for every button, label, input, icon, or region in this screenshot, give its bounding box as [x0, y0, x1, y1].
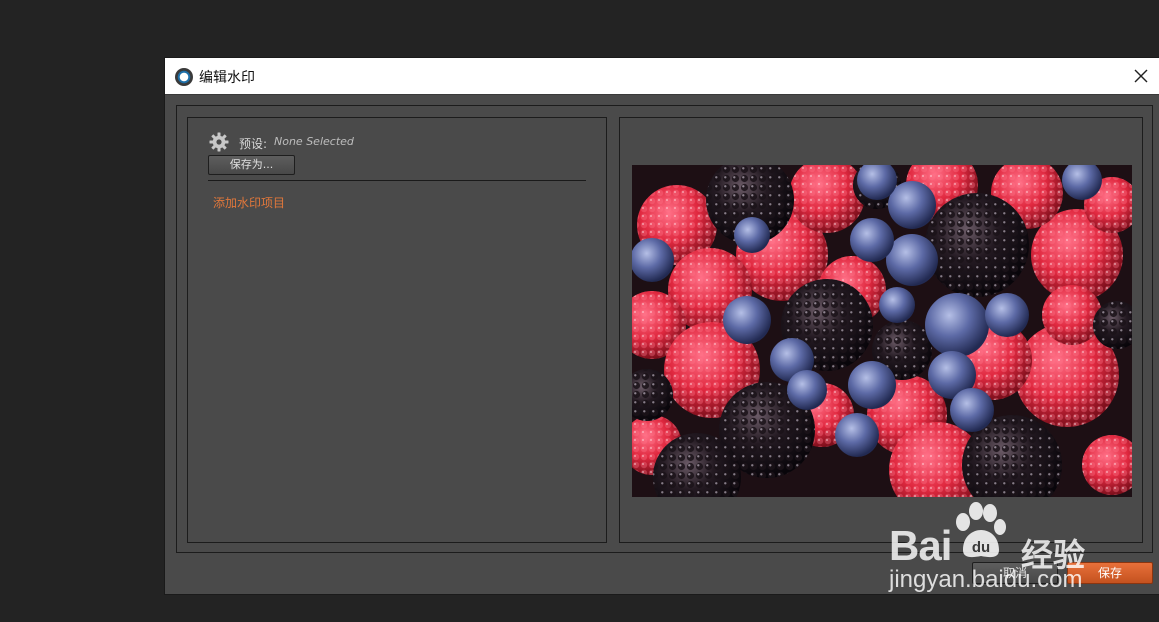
preview-panel	[619, 117, 1143, 543]
berries-photo	[632, 165, 1132, 497]
edit-watermark-dialog: 编辑水印 预设: None Selected 保存为... 添加水印项目 取消 …	[165, 58, 1159, 594]
close-icon	[1134, 69, 1148, 83]
watermark-settings-panel: 预设: None Selected 保存为... 添加水印项目	[187, 117, 607, 543]
dialog-titlebar: 编辑水印	[165, 58, 1159, 95]
preset-label: 预设:	[239, 137, 268, 151]
save-button[interactable]: 保存	[1067, 562, 1153, 584]
preview-image	[632, 165, 1132, 497]
cancel-button[interactable]: 取消	[972, 562, 1058, 584]
close-button[interactable]	[1131, 66, 1151, 86]
gear-icon[interactable]	[209, 132, 229, 152]
divider	[208, 180, 586, 181]
dialog-title: 编辑水印	[199, 70, 255, 86]
preset-dropdown[interactable]: None Selected	[274, 135, 354, 148]
add-watermark-item-link[interactable]: 添加水印项目	[213, 194, 285, 211]
save-as-button[interactable]: 保存为...	[208, 155, 295, 175]
app-logo-icon	[175, 68, 193, 86]
